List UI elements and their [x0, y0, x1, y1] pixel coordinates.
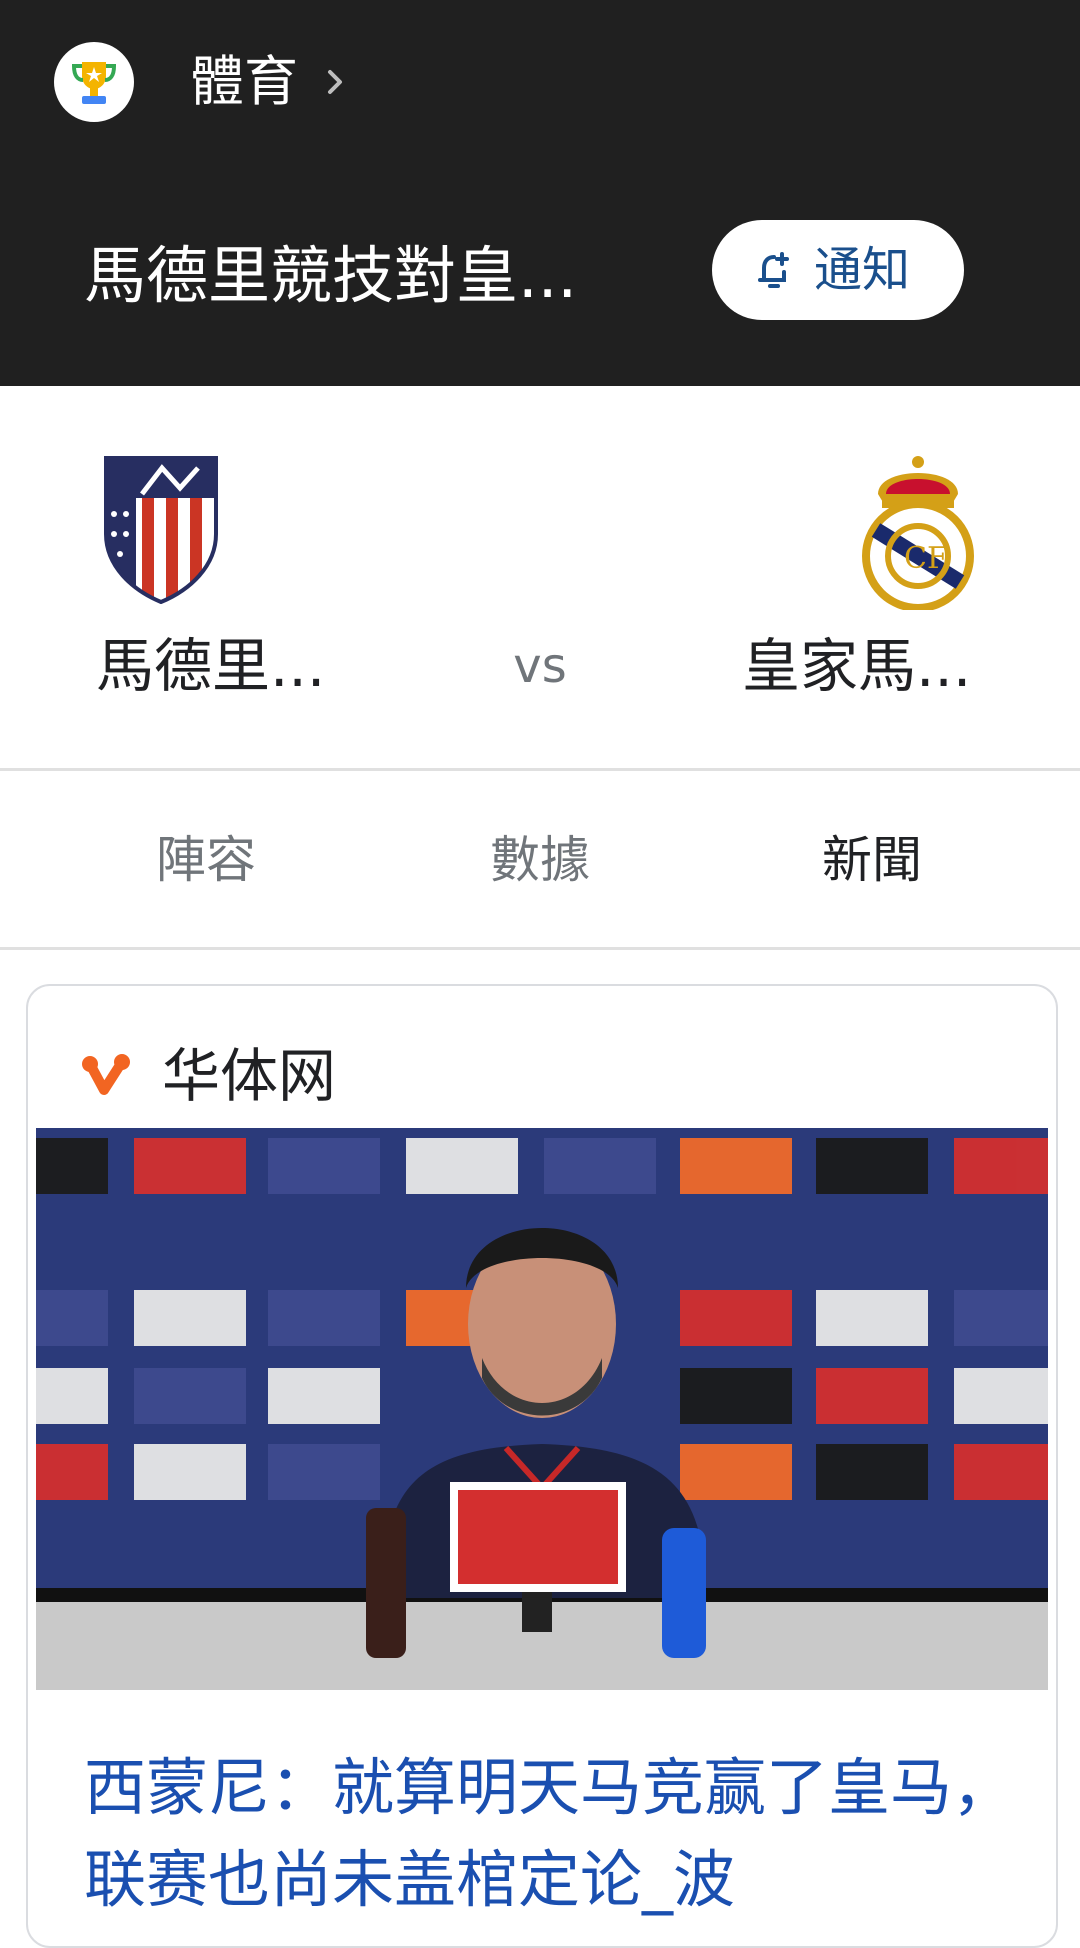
news-source-name: 华体网: [162, 1042, 337, 1110]
tab-stats[interactable]: 數據: [410, 825, 670, 895]
svg-text:CF: CF: [904, 541, 948, 576]
news-headline[interactable]: 西蒙尼：就算明天马竞赢了皇马，联赛也尚未盖棺定论_波: [84, 1742, 1024, 1926]
vs-label: vs: [513, 638, 567, 694]
news-card[interactable]: 华体网 西蒙尼：就算明天马竞赢了皇马，联赛也尚未盖棺定论_波: [26, 984, 1058, 1948]
notify-label: 通知: [814, 242, 911, 298]
bell-add-icon: [758, 252, 789, 288]
huatiwang-logo-icon: [82, 1054, 130, 1095]
top-bar: 體育: [0, 0, 1080, 172]
atletico-madrid-crest[interactable]: [102, 454, 220, 604]
notify-button[interactable]: 通知: [712, 220, 964, 320]
tab-news[interactable]: 新聞: [742, 825, 1002, 895]
trophy-icon[interactable]: [54, 42, 134, 122]
tab-bar: 陣容 數據 新聞: [0, 771, 1080, 947]
category-title[interactable]: 體育: [190, 46, 298, 118]
real-madrid-crest[interactable]: CF: [856, 450, 980, 610]
match-title: 馬德里競技對皇...: [84, 239, 578, 312]
teams-section: 馬德里... vs CF 皇家馬...: [0, 386, 1080, 768]
away-team-name[interactable]: 皇家馬...: [742, 630, 1002, 702]
tab-lineup[interactable]: 陣容: [76, 825, 336, 895]
press-conference-photo[interactable]: [36, 1128, 1048, 1690]
match-header: 馬德里競技對皇... 通知: [0, 172, 1080, 386]
home-team-name[interactable]: 馬德里...: [96, 630, 356, 702]
divider: [0, 947, 1080, 950]
chevron-right-icon[interactable]: [324, 60, 348, 104]
